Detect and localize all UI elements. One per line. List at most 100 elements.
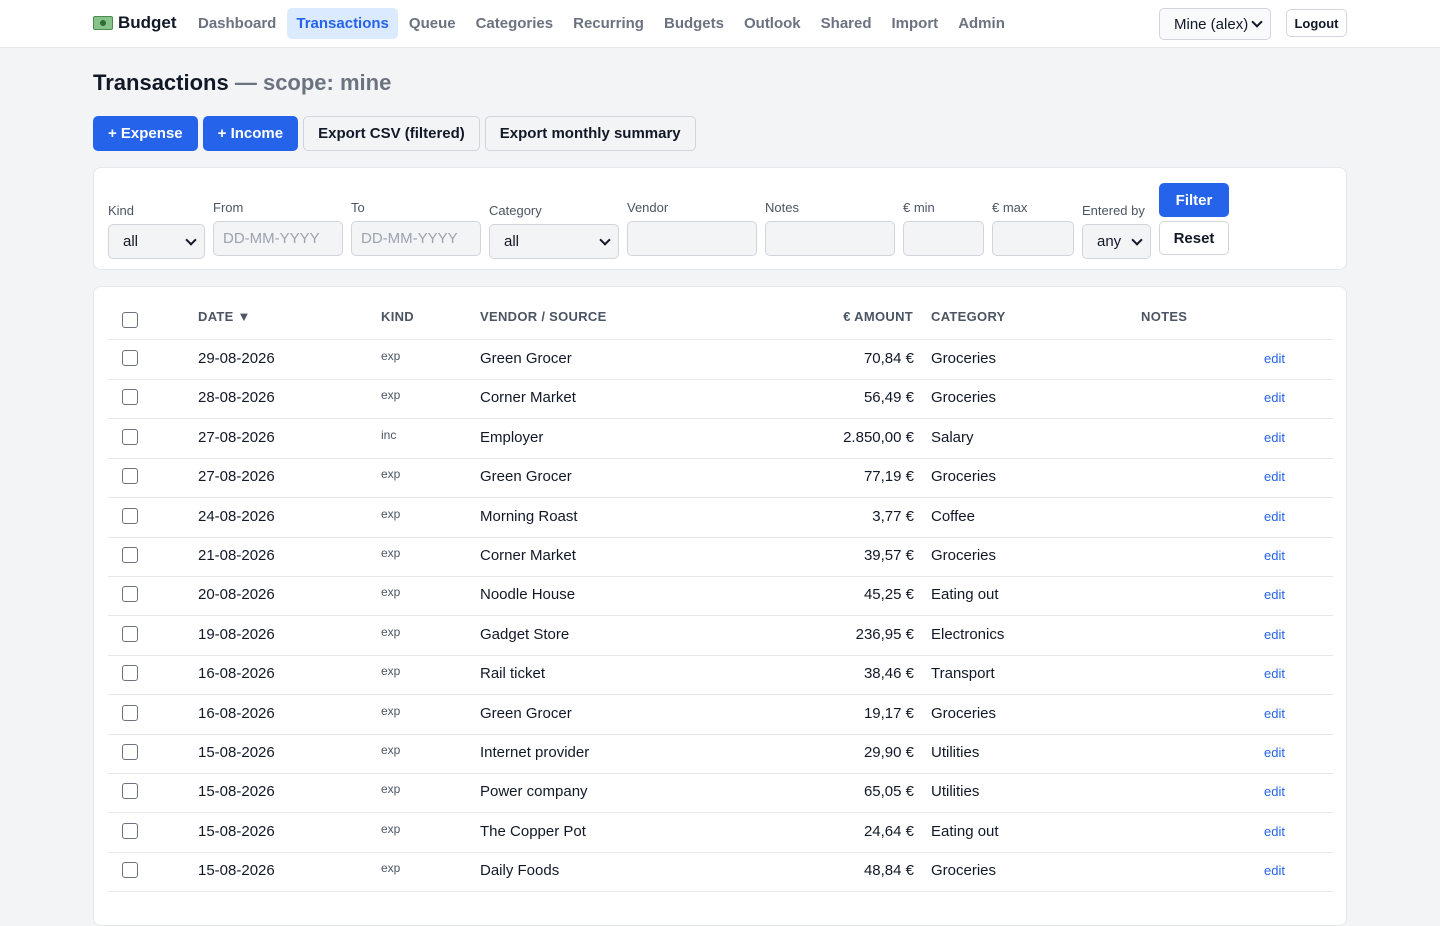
nav-outlook[interactable]: Outlook	[735, 8, 810, 39]
row-edit-link[interactable]: edit	[1264, 390, 1285, 405]
column-kind[interactable]: KIND	[381, 309, 414, 324]
row-vendor: Morning Roast	[480, 507, 578, 525]
kind-select[interactable]: all	[108, 224, 205, 259]
notes-input[interactable]	[765, 221, 895, 256]
logout-button[interactable]: Logout	[1286, 9, 1347, 37]
table-row: 20-08-2026 exp Noodle House 45,25 € Eating o…	[108, 576, 1333, 617]
column-date[interactable]: DATE ▼	[198, 309, 251, 324]
entered-by-select[interactable]: any	[1082, 224, 1151, 259]
row-category: Groceries	[931, 468, 997, 486]
scope-select[interactable]: Mine (alex)	[1159, 8, 1271, 40]
column-notes[interactable]: NOTES	[1141, 309, 1187, 324]
nav-categories[interactable]: Categories	[467, 8, 563, 39]
row-checkbox[interactable]	[122, 547, 138, 563]
min-amount-input[interactable]	[903, 221, 984, 256]
filter-from-label: From	[213, 200, 244, 215]
vendor-input[interactable]	[627, 221, 757, 256]
row-amount: 19,17 €	[863, 704, 914, 722]
row-date: 15-08-2026	[198, 862, 275, 880]
row-checkbox[interactable]	[122, 704, 138, 721]
row-edit-link[interactable]: edit	[1264, 587, 1285, 602]
table-row: 28-08-2026 exp Corner Market 56,49 € Groceri…	[108, 379, 1333, 420]
page-title: Transactions — scope: mine	[93, 70, 391, 96]
row-edit-link[interactable]: edit	[1264, 430, 1285, 445]
row-edit-link[interactable]: edit	[1264, 627, 1285, 642]
select-all-checkbox[interactable]	[122, 312, 138, 328]
row-kind: exp	[381, 546, 401, 560]
filter-vendor-label: Vendor	[627, 200, 669, 215]
nav-dashboard[interactable]: Dashboard	[189, 8, 285, 39]
nav-budgets[interactable]: Budgets	[655, 8, 733, 39]
row-date: 21-08-2026	[198, 547, 275, 564]
row-kind: exp	[381, 388, 401, 403]
row-date: 15-08-2026	[198, 744, 275, 761]
row-checkbox[interactable]	[122, 389, 138, 406]
table-row: 27-08-2026 exp Green Grocer 77,19 € Grocerie…	[108, 458, 1333, 499]
filter-entered-by: Entered by any	[1082, 203, 1151, 259]
row-edit-link[interactable]: edit	[1264, 863, 1285, 878]
row-edit-link[interactable]: edit	[1264, 548, 1285, 563]
row-checkbox[interactable]	[122, 428, 138, 445]
row-checkbox[interactable]	[122, 665, 138, 682]
nav-admin[interactable]: Admin	[949, 8, 1014, 39]
chevron-down-icon	[1251, 16, 1263, 28]
row-checkbox[interactable]	[122, 586, 138, 603]
chevron-down-icon	[599, 233, 611, 246]
nav-queue[interactable]: Queue	[400, 8, 465, 39]
row-checkbox[interactable]	[122, 862, 138, 879]
table-row: 29-08-2026 exp Green Grocer 70,84 € Grocerie…	[108, 340, 1333, 380]
add-income-button[interactable]: + Income	[202, 116, 299, 151]
row-date: 24-08-2026	[198, 507, 275, 525]
max-amount-input[interactable]	[992, 221, 1074, 256]
nav-import[interactable]: Import	[883, 8, 948, 39]
from-date-input[interactable]: DD-MM-YYYY	[213, 221, 343, 256]
row-checkbox[interactable]	[122, 350, 138, 366]
row-checkbox[interactable]	[122, 468, 138, 485]
to-date-input[interactable]: DD-MM-YYYY	[351, 221, 481, 256]
row-edit-link[interactable]: edit	[1264, 706, 1285, 721]
brand[interactable]: Budget	[93, 13, 177, 33]
row-edit-link[interactable]: edit	[1264, 351, 1285, 366]
nav-shared[interactable]: Shared	[812, 8, 881, 39]
filter-button[interactable]: Filter	[1159, 183, 1229, 217]
table-row: 15-08-2026 exp Internet provider 29,90 € Uti…	[108, 734, 1333, 774]
row-edit-link[interactable]: edit	[1264, 745, 1285, 760]
nav-transactions[interactable]: Transactions	[287, 8, 398, 39]
row-category: Electronics	[931, 625, 1005, 643]
row-checkbox[interactable]	[122, 744, 138, 760]
row-edit-link[interactable]: edit	[1264, 824, 1285, 839]
nav-recurring[interactable]: Recurring	[564, 8, 653, 39]
row-amount: 2.850,00 €	[843, 428, 914, 446]
entered-by-select-value: any	[1097, 233, 1122, 250]
row-amount: 77,19 €	[863, 468, 914, 486]
column-category[interactable]: CATEGORY	[931, 309, 1006, 324]
add-expense-button[interactable]: + Expense	[93, 116, 198, 151]
row-kind: exp	[381, 349, 401, 363]
row-amount: 236,95 €	[855, 625, 914, 643]
row-category: Groceries	[931, 389, 997, 407]
row-checkbox[interactable]	[122, 822, 138, 839]
row-checkbox[interactable]	[122, 625, 138, 642]
filter-kind: Kind all	[108, 203, 205, 259]
row-edit-link[interactable]: edit	[1264, 469, 1285, 484]
kind-select-value: all	[123, 233, 139, 250]
row-edit-link[interactable]: edit	[1264, 509, 1285, 524]
filter-notes-label: Notes	[765, 200, 799, 215]
row-checkbox[interactable]	[122, 783, 138, 800]
transactions-table: DATE ▼ KIND VENDOR / SOURCE € AMOUNT CAT…	[93, 286, 1347, 926]
row-vendor: Green Grocer	[480, 468, 572, 486]
row-category: Groceries	[931, 350, 997, 367]
row-checkbox[interactable]	[122, 507, 138, 524]
row-edit-link[interactable]: edit	[1264, 784, 1285, 799]
row-vendor: The Copper Pot	[480, 822, 586, 840]
column-vendor[interactable]: VENDOR / SOURCE	[480, 309, 607, 324]
category-select[interactable]: all	[489, 224, 619, 259]
column-amount[interactable]: € AMOUNT	[783, 309, 913, 324]
action-bar: + Expense + Income Export CSV (filtered)…	[93, 116, 696, 151]
row-edit-link[interactable]: edit	[1264, 666, 1285, 681]
reset-button[interactable]: Reset	[1159, 221, 1229, 255]
row-vendor: Power company	[480, 783, 588, 801]
row-amount: 48,84 €	[863, 862, 914, 880]
export-csv-button[interactable]: Export CSV (filtered)	[303, 116, 480, 151]
export-summary-button[interactable]: Export monthly summary	[484, 116, 696, 151]
